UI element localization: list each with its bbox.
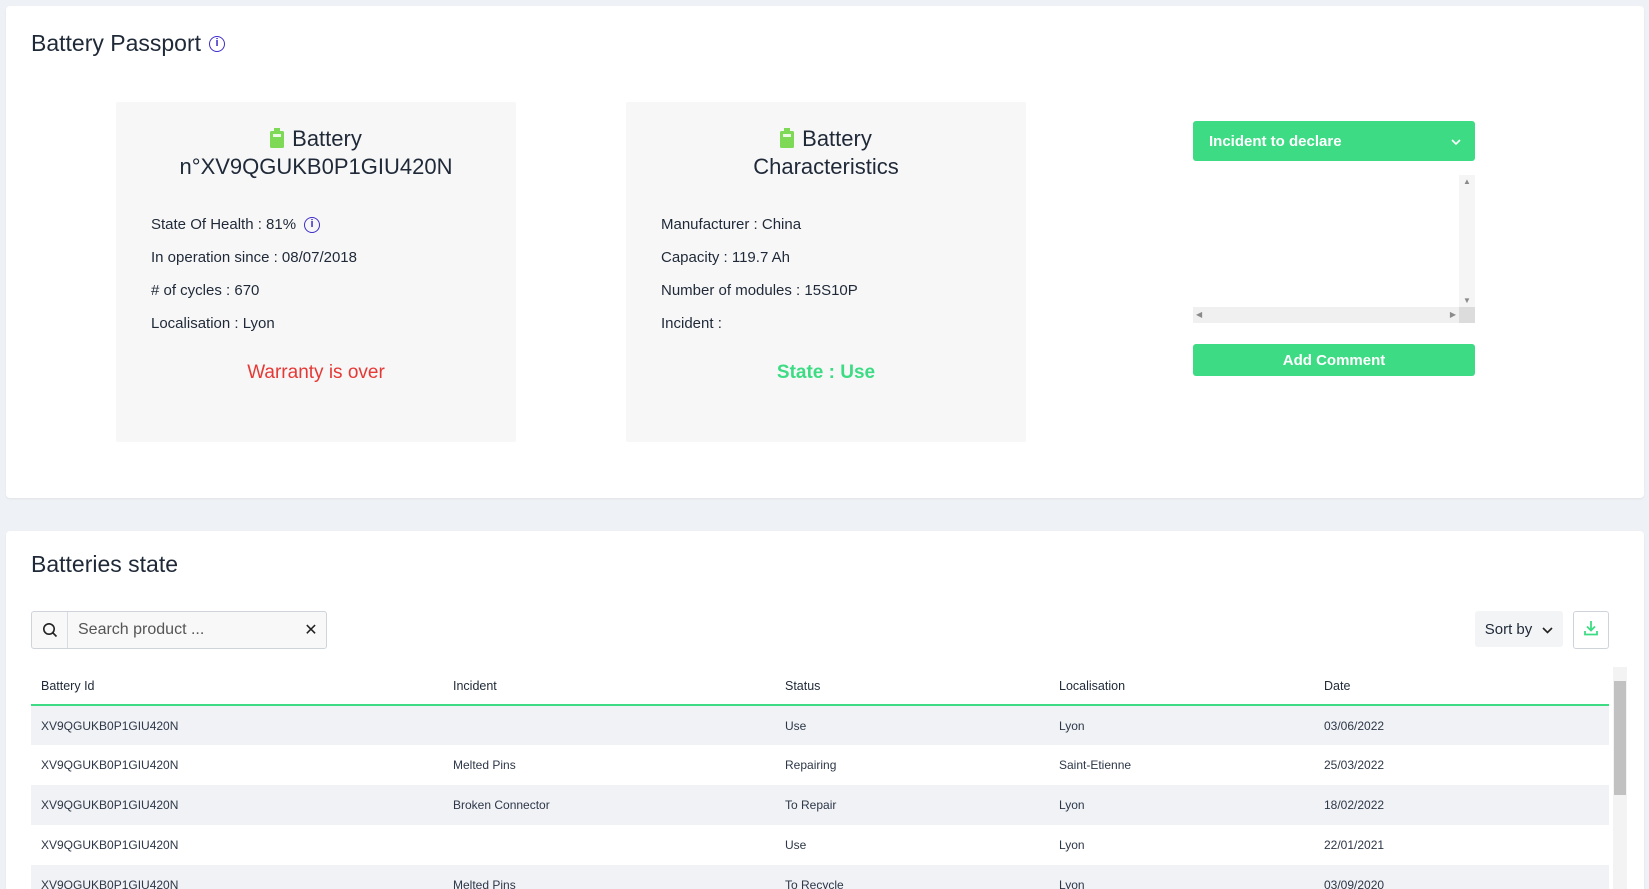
close-icon[interactable]: ✕ bbox=[296, 620, 326, 640]
cell-status: To Repair bbox=[785, 798, 837, 812]
cell-date: 25/03/2022 bbox=[1324, 758, 1385, 772]
cell-status: Repairing bbox=[785, 758, 837, 772]
cell-incident: Melted Pins bbox=[453, 878, 516, 889]
chevron-down-icon bbox=[1451, 133, 1461, 150]
battery-card-title: Battery n°XV9QGUKB0P1GIU420N bbox=[116, 126, 516, 180]
incident-to-declare-select[interactable]: Incident to declare bbox=[1193, 121, 1475, 161]
comment-vertical-scrollbar[interactable]: ▲ ▼ bbox=[1459, 175, 1475, 307]
battery-icon bbox=[780, 128, 795, 154]
table-row[interactable]: XV9QGUKB0P1GIU420N Use Lyon 22/01/2021 bbox=[31, 825, 1609, 865]
cell-localisation: Lyon bbox=[1059, 838, 1085, 852]
scroll-right-icon[interactable]: ▶ bbox=[1450, 310, 1456, 319]
batteries-state-title-text: Batteries state bbox=[31, 551, 179, 577]
passport-title: Battery Passport i bbox=[31, 30, 226, 57]
table-row[interactable]: XV9QGUKB0P1GIU420N Use Lyon 03/06/2022 bbox=[31, 705, 1609, 745]
manufacturer-text: Manufacturer : China bbox=[661, 216, 802, 233]
cell-status: Use bbox=[785, 838, 807, 852]
battery-state: State : Use bbox=[776, 362, 876, 383]
cell-date: 03/06/2022 bbox=[1324, 718, 1385, 733]
cell-incident bbox=[443, 705, 775, 745]
cell-status: Use bbox=[785, 718, 807, 733]
cell-incident: Melted Pins bbox=[453, 758, 516, 772]
cell-battery-id: XV9QGUKB0P1GIU420N bbox=[41, 838, 179, 852]
incident-select-label: Incident to declare bbox=[1209, 132, 1342, 150]
characteristics-title-line2: Characteristics bbox=[753, 154, 899, 179]
column-header-status[interactable]: Status bbox=[775, 667, 1049, 706]
cell-battery-id: XV9QGUKB0P1GIU420N bbox=[41, 758, 179, 772]
column-header-localisation[interactable]: Localisation bbox=[1049, 667, 1314, 706]
scroll-up-icon[interactable]: ▲ bbox=[1463, 177, 1471, 186]
table-scrollbar-thumb[interactable] bbox=[1614, 681, 1626, 795]
incident: Incident : bbox=[661, 307, 1026, 340]
cell-date: 22/01/2021 bbox=[1324, 838, 1385, 852]
cell-localisation: Lyon bbox=[1059, 798, 1085, 812]
incident-text: Incident : bbox=[661, 315, 722, 332]
cell-battery-id: XV9QGUKB0P1GIU420N bbox=[41, 718, 179, 733]
cell-localisation: Lyon bbox=[1059, 718, 1085, 733]
cell-battery-id: XV9QGUKB0P1GIU420N bbox=[41, 798, 179, 812]
table-row[interactable]: XV9QGUKB0P1GIU420N Broken Connector To R… bbox=[31, 785, 1609, 825]
scroll-down-icon[interactable]: ▼ bbox=[1463, 296, 1471, 305]
capacity: Capacity : 119.7 Ah bbox=[661, 241, 1026, 274]
warranty-status: Warranty is over bbox=[247, 362, 385, 383]
batteries-table-container: Battery Id Incident Status Localisation … bbox=[31, 667, 1611, 889]
characteristics-card-title: Battery Characteristics bbox=[626, 126, 1026, 180]
chevron-down-icon bbox=[1542, 621, 1553, 638]
column-header-battery-id[interactable]: Battery Id bbox=[31, 667, 443, 706]
sort-by-dropdown[interactable]: Sort by bbox=[1475, 611, 1563, 647]
batteries-state-panel: Batteries state ✕ Sort by Battery Id Inc… bbox=[6, 531, 1644, 889]
cycles-text: # of cycles : 670 bbox=[151, 282, 260, 299]
operation-since-text: In operation since : 08/07/2018 bbox=[151, 249, 357, 266]
table-header-row: Battery Id Incident Status Localisation … bbox=[31, 667, 1609, 706]
passport-title-text: Battery Passport bbox=[31, 30, 202, 56]
table-row[interactable]: XV9QGUKB0P1GIU420N Melted Pins To Recycl… bbox=[31, 865, 1609, 889]
search-input[interactable] bbox=[68, 621, 296, 639]
soh-info-icon[interactable]: i bbox=[304, 216, 321, 233]
cell-incident: Broken Connector bbox=[453, 798, 550, 812]
table-scrollbar[interactable] bbox=[1613, 667, 1627, 889]
battery-card: Battery n°XV9QGUKB0P1GIU420N State Of He… bbox=[116, 102, 516, 442]
add-comment-button[interactable]: Add Comment bbox=[1193, 344, 1475, 376]
cell-battery-id: XV9QGUKB0P1GIU420N bbox=[41, 878, 179, 889]
comment-textarea[interactable]: ▲ ▼ ◀ ▶ bbox=[1193, 175, 1475, 323]
sort-by-label: Sort by bbox=[1484, 620, 1533, 638]
characteristics-title-line1: Battery bbox=[802, 126, 872, 151]
download-button[interactable] bbox=[1573, 611, 1609, 649]
search-box: ✕ bbox=[31, 611, 327, 649]
modules-count: Number of modules : 15S10P bbox=[661, 274, 1026, 307]
column-header-incident[interactable]: Incident bbox=[443, 667, 775, 706]
operation-since: In operation since : 08/07/2018 bbox=[151, 241, 516, 274]
scroll-corner bbox=[1459, 307, 1475, 323]
cell-incident bbox=[443, 825, 775, 865]
cell-date: 18/02/2022 bbox=[1324, 798, 1385, 812]
battery-serial-number: n°XV9QGUKB0P1GIU420N bbox=[179, 154, 453, 179]
cell-localisation: Lyon bbox=[1059, 878, 1085, 889]
comment-horizontal-scrollbar[interactable]: ◀ ▶ bbox=[1193, 307, 1459, 323]
cell-status: To Recycle bbox=[785, 878, 844, 889]
soh-text: State Of Health : 81% bbox=[151, 216, 297, 233]
localisation: Localisation : Lyon bbox=[151, 307, 516, 340]
batteries-state-title: Batteries state bbox=[31, 551, 178, 578]
battery-passport-panel: Battery Passport i Battery n°XV9QGUKB0P1… bbox=[6, 6, 1644, 498]
capacity-text: Capacity : 119.7 Ah bbox=[661, 249, 790, 266]
battery-icon bbox=[270, 128, 285, 154]
cell-date: 03/09/2020 bbox=[1324, 878, 1385, 889]
cell-localisation: Saint-Etienne bbox=[1059, 758, 1132, 772]
cycles-count: # of cycles : 670 bbox=[151, 274, 516, 307]
battery-card-title-line1: Battery bbox=[292, 126, 362, 151]
search-icon[interactable] bbox=[32, 612, 68, 648]
column-header-date[interactable]: Date bbox=[1314, 667, 1609, 706]
state-of-health: State Of Health : 81% i bbox=[151, 208, 516, 241]
characteristics-card: Battery Characteristics Manufacturer : C… bbox=[626, 102, 1026, 442]
localisation-text: Localisation : Lyon bbox=[151, 315, 275, 332]
info-icon[interactable]: i bbox=[209, 35, 226, 52]
modules-text: Number of modules : 15S10P bbox=[661, 282, 858, 299]
scroll-left-icon[interactable]: ◀ bbox=[1196, 310, 1202, 319]
batteries-table: Battery Id Incident Status Localisation … bbox=[31, 667, 1609, 889]
table-row[interactable]: XV9QGUKB0P1GIU420N Melted Pins Repairing… bbox=[31, 745, 1609, 785]
download-icon bbox=[1584, 620, 1598, 641]
manufacturer: Manufacturer : China bbox=[661, 208, 1026, 241]
